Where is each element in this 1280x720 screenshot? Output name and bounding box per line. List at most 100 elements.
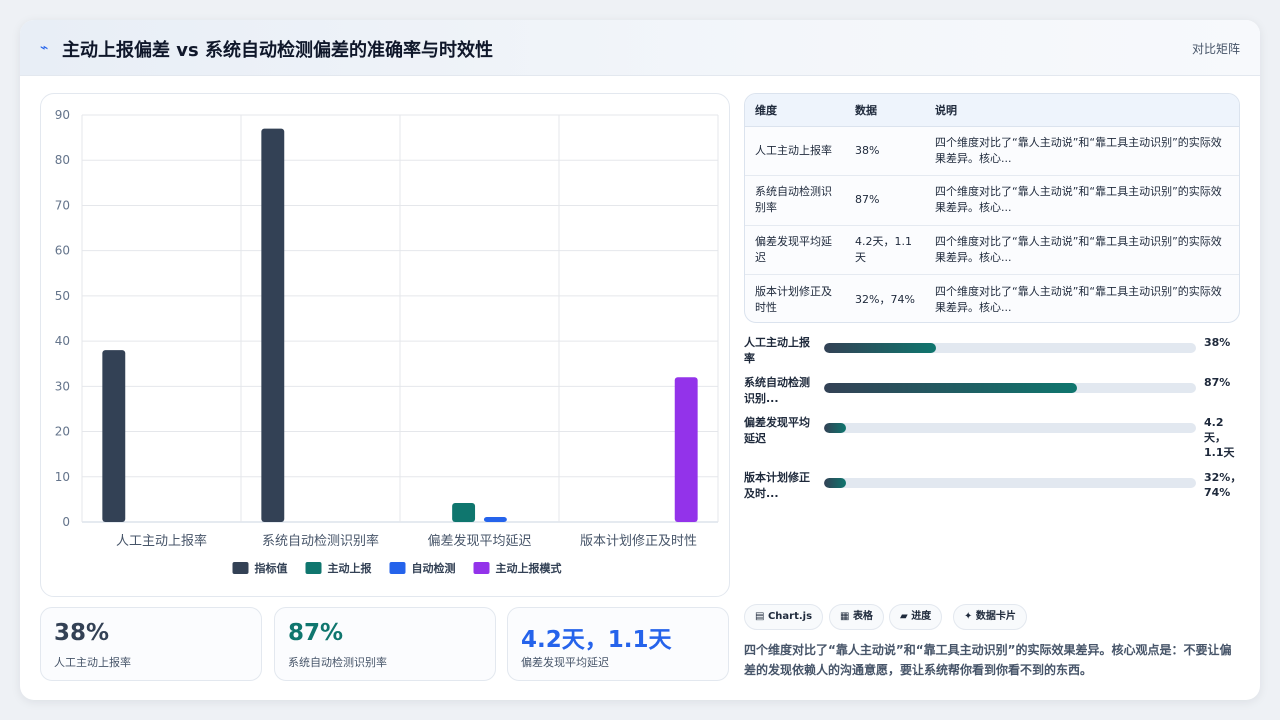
bar-chart: 0 10 20 30 40 50 60 70 80 90 人工主动上报率 系统自动检测识别率 偏差发现平… — [55, 108, 719, 575]
dashboard-card: ⌁ 主动上报偏差 vs 系统自动检测偏差的准确率与时效性 对比矩阵 0 10 20 3… — [20, 20, 1260, 700]
x-tick-label: 偏差发现平均延迟 — [427, 533, 531, 549]
y-tick-label: 80 — [55, 153, 70, 167]
stat-label: 人工主动上报率 — [54, 656, 131, 669]
sparkle-icon: ✦ — [964, 611, 973, 622]
y-tick-label: 40 — [55, 334, 70, 348]
progress-fill — [824, 423, 847, 433]
bar — [483, 517, 507, 522]
legend-item[interactable]: 指标值 — [232, 561, 288, 575]
progress-label: 人工主动上报率 — [744, 336, 810, 365]
table-cell: 四个维度对比了“靠人主动说”和“靠工具主动识别”的实际效果差异。核心... — [925, 175, 1239, 226]
table-cell: 系统自动检测识别率 — [745, 175, 845, 226]
stat-card: 87% 系统自动检测识别率 — [274, 607, 496, 681]
legend-item[interactable]: 自动检测 — [389, 561, 456, 575]
y-tick-label: 90 — [55, 108, 70, 122]
stat-value: 4.2天，1.1天 — [521, 627, 672, 653]
legend-label: 指标值 — [255, 561, 288, 575]
page-title: 主动上报偏差 vs 系统自动检测偏差的准确率与时效性 — [62, 40, 493, 61]
stat-card: 4.2天，1.1天偏差发现平均延迟 — [507, 607, 729, 681]
progress-fill — [824, 383, 1077, 393]
y-tick-label: 70 — [55, 198, 70, 212]
legend-swatch — [305, 562, 322, 574]
progress-label: 偏差发现平均延迟 — [744, 416, 810, 445]
progress-track — [824, 383, 1196, 393]
table-cell: 偏差发现平均延迟 — [745, 225, 845, 275]
bar — [102, 350, 126, 522]
legend-swatch — [389, 562, 406, 574]
progress-row: 偏差发现平均延迟 4.2天，1.1天 — [744, 415, 1240, 459]
table-cell: 四个维度对比了“靠人主动说”和“靠工具主动识别”的实际效果差异。核心... — [925, 126, 1239, 176]
table-header-data: 数据 — [845, 94, 925, 127]
x-tick-label: 版本计划修正及时性 — [580, 534, 697, 549]
chip-progress[interactable]: ▰ 进度 — [889, 604, 943, 630]
chip-label: 进度 — [911, 611, 932, 622]
table-header-dimension: 维度 — [745, 94, 845, 127]
table-cell: 四个维度对比了“靠人主动说”和“靠工具主动识别”的实际效果差异。核心... — [935, 284, 1222, 314]
progress-fill — [824, 343, 936, 353]
chip-table[interactable]: ▦ 表格 — [829, 604, 884, 630]
y-tick-label: 10 — [55, 470, 70, 484]
progress-icon: ▰ — [900, 611, 908, 622]
table-cell: 版本计划修正及时性 — [755, 284, 832, 314]
progress-value: 87% — [1204, 376, 1231, 389]
legend-swatch — [473, 562, 490, 574]
table-cell: 四个维度对比了“靠人主动说”和“靠工具主动识别”的实际效果差异。核心... — [925, 225, 1239, 275]
y-tick-label: 30 — [55, 379, 70, 393]
y-tick-label: 0 — [62, 515, 70, 529]
legend-item[interactable]: 主动上报模式 — [473, 561, 562, 575]
header: ⌁ 主动上报偏差 vs 系统自动检测偏差的准确率与时效性 对比矩阵 — [20, 20, 1260, 76]
table-row: 版本计划修正及时性 32%，74% 四个维度对比了“靠人主动说”和“靠工具主动识… — [745, 275, 1239, 323]
table-cell: 32%，74% — [855, 292, 915, 306]
progress-label: 版本计划修正及时... — [744, 471, 810, 500]
chart-icon: ▤ — [755, 611, 765, 622]
progress-track — [824, 343, 1196, 353]
progress-value: 38% — [1204, 336, 1231, 349]
legend-swatch — [232, 562, 249, 574]
bar — [261, 128, 285, 523]
x-tick-label: 系统自动检测识别率 — [262, 533, 379, 549]
chip-label: Chart.js — [767, 611, 813, 622]
chip-sparkle[interactable]: ✦ 数据卡片 — [953, 604, 1027, 630]
stat-label: 系统自动检测识别率 — [288, 656, 387, 669]
progress-track — [824, 478, 1196, 488]
legend-item[interactable]: 主动上报 — [305, 561, 373, 575]
table-cell: 4.2天，1.1天 — [845, 225, 925, 275]
chip-label: 数据卡片 — [975, 611, 1016, 622]
table-row: 偏差发现平均延迟 4.2天，1.1天 四个维度对比了“靠人主动说”和“靠工具主动… — [745, 225, 1239, 275]
y-tick-label: 20 — [55, 425, 70, 439]
progress-row: 版本计划修正及时... 32%，74% — [744, 470, 1242, 510]
progress-label: 系统自动检测识别... — [744, 376, 810, 405]
table-cell: 人工主动上报率 — [745, 126, 845, 176]
progress-fill — [824, 478, 847, 488]
progress-track — [824, 423, 1196, 433]
table-row: 系统自动检测识别率 87% 四个维度对比了“靠人主动说”和“靠工具主动识别”的实… — [745, 175, 1239, 226]
y-tick-label: 50 — [55, 289, 70, 303]
x-tick-label: 人工主动上报率 — [116, 533, 207, 549]
pulse-icon: ⌁ — [40, 40, 49, 56]
bar-chart-panel: 0 10 20 30 40 50 60 70 80 90 人工主动上报率 系统自动检测识别率 偏差发现平… — [40, 93, 730, 597]
table-header-description: 说明 — [925, 94, 1239, 127]
table-icon: ▦ — [840, 611, 850, 622]
stat-card: 38% 人工主动上报率 — [40, 607, 262, 681]
comparison-table: 维度 数据 说明 人工主动上报率 38% 四个维度对比了“靠人主动说”和“靠工具… — [744, 93, 1240, 323]
table-cell: 87% — [845, 175, 925, 226]
stat-value: 87% — [288, 620, 344, 646]
progress-row: 系统自动检测识别... 87% — [744, 375, 1240, 415]
bar — [674, 377, 698, 522]
progress-value: 4.2天，1.1天 — [1204, 416, 1235, 459]
summary-text: 四个维度对比了“靠人主动说”和“靠工具主动识别”的实际效果差异。核心观点是：不要… — [744, 643, 1232, 677]
table-cell: 38% — [845, 126, 925, 176]
bar — [452, 503, 476, 522]
table-row: 人工主动上报率 38% 四个维度对比了“靠人主动说”和“靠工具主动识别”的实际效… — [745, 126, 1239, 176]
stat-label: 偏差发现平均延迟 — [521, 656, 609, 669]
legend-label: 自动检测 — [412, 561, 456, 575]
legend-label: 主动上报模式 — [496, 561, 562, 575]
chip-chart[interactable]: ▤ Chart.js — [744, 604, 824, 630]
progress-row: 人工主动上报率 38% — [744, 335, 1240, 375]
chip-label: 表格 — [852, 611, 873, 622]
progress-value: 32%，74% — [1204, 471, 1242, 499]
stat-value: 38% — [54, 620, 110, 646]
y-tick-label: 60 — [55, 244, 70, 258]
view-tag[interactable]: 对比矩阵 — [1192, 40, 1240, 57]
legend-label: 主动上报 — [328, 561, 373, 575]
